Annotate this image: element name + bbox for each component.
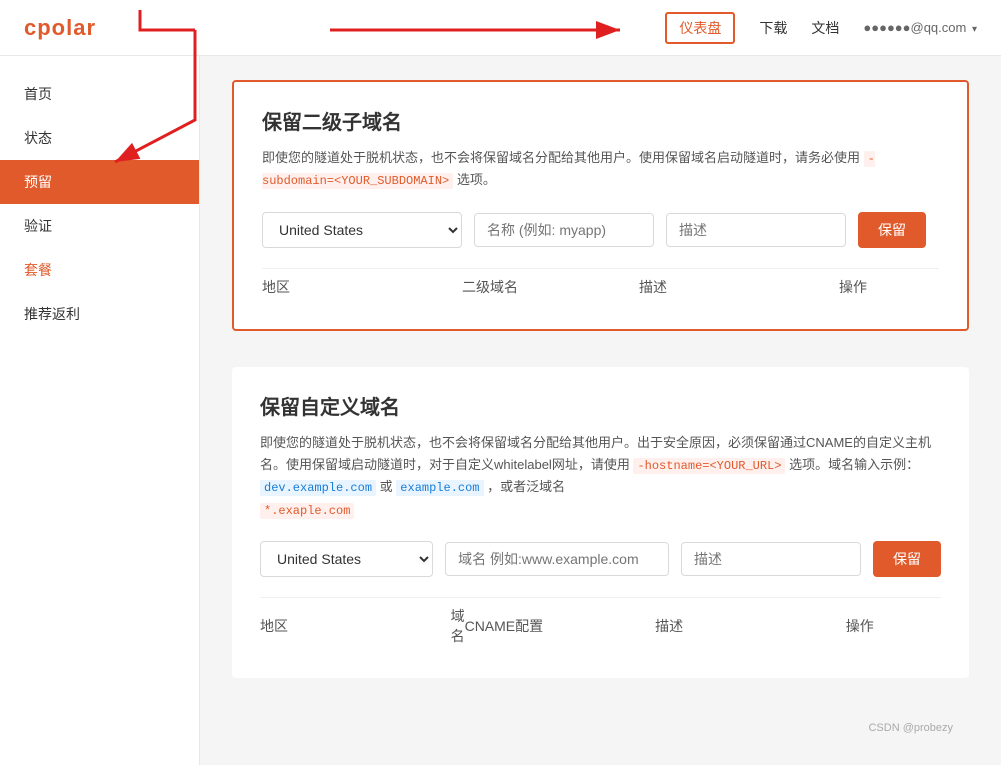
subdomain-table-header: 地区 二级域名 描述 操作 (262, 268, 939, 305)
custom-example2: example.com (396, 480, 483, 496)
sidebar-item-referral[interactable]: 推荐返利 (0, 292, 199, 336)
custom-desc-text4: ，或者泛域名 (487, 479, 565, 494)
subdomain-col-action: 操作 (839, 277, 939, 297)
docs-link[interactable]: 文档 (811, 18, 839, 38)
custom-domain-input[interactable] (445, 542, 669, 576)
header: cpolar 仪表盘 下载 文档 ●●●●●●@qq.com ▾ (0, 0, 1001, 56)
subdomain-section: 保留二级子域名 即使您的隧道处于脱机状态，也不会将保留域名分配给其他用户。使用保… (232, 80, 969, 331)
custom-desc-text2: 选项。域名输入示例： (789, 457, 919, 472)
sidebar-item-verify[interactable]: 验证 (0, 204, 199, 248)
user-email: ●●●●●●@qq.com ▾ (863, 20, 977, 35)
subdomain-desc: 即使您的隧道处于脱机状态，也不会将保留域名分配给其他用户。使用保留域名启动隧道时… (262, 147, 939, 192)
sidebar-item-home[interactable]: 首页 (0, 72, 199, 116)
subdomain-form-row: United States China Europe 保留 (262, 212, 939, 248)
custom-domain-form-row: United States China Europe 保留 (260, 541, 941, 577)
custom-domain-title: 保留自定义域名 (260, 391, 941, 420)
custom-code1: -hostname=<YOUR_URL> (633, 458, 785, 474)
custom-domain-section: 保留自定义域名 即使您的隧道处于脱机状态，也不会将保留域名分配给其他用户。出于安… (232, 367, 969, 678)
custom-desc-text3: 或 (380, 479, 393, 494)
custom-col-region: 地区 (260, 616, 451, 636)
header-nav: 仪表盘 下载 文档 ●●●●●●@qq.com ▾ (665, 12, 977, 44)
logo: cpolar (24, 15, 96, 41)
dashboard-button[interactable]: 仪表盘 (665, 12, 735, 44)
subdomain-title: 保留二级子域名 (262, 106, 939, 135)
custom-col-desc: 描述 (655, 616, 846, 636)
layout: 首页 状态 预留 验证 套餐 推荐返利 保留二级子域名 即使您的隧道处于脱机状态… (0, 56, 1001, 765)
custom-domain-desc: 即使您的隧道处于脱机状态，也不会将保留域名分配给其他用户。出于安全原因，必须保留… (260, 432, 941, 521)
subdomain-desc-input[interactable] (666, 213, 846, 247)
sidebar: 首页 状态 预留 验证 套餐 推荐返利 (0, 56, 200, 765)
subdomain-col-desc: 描述 (639, 277, 839, 297)
sidebar-item-status[interactable]: 状态 (0, 116, 199, 160)
custom-wildcard: *.exaple.com (260, 503, 354, 519)
custom-col-action: 操作 (846, 616, 941, 636)
custom-col-domain: 域名 (451, 606, 465, 646)
custom-example1: dev.example.com (260, 480, 376, 496)
subdomain-col-subdomain: 二级域名 (462, 277, 639, 297)
custom-table-header: 地区 域名 CNAME配置 描述 操作 (260, 597, 941, 654)
sidebar-item-reserve[interactable]: 预留 (0, 160, 199, 204)
main-content: 保留二级子域名 即使您的隧道处于脱机状态，也不会将保留域名分配给其他用户。使用保… (200, 56, 1001, 765)
subdomain-save-button[interactable]: 保留 (858, 212, 926, 248)
subdomain-col-region: 地区 (262, 277, 462, 297)
download-link[interactable]: 下载 (759, 18, 787, 38)
subdomain-desc-text2: 选项。 (457, 172, 496, 187)
custom-region-select[interactable]: United States China Europe (260, 541, 433, 577)
user-dropdown-arrow[interactable]: ▾ (972, 24, 977, 35)
subdomain-name-input[interactable] (474, 213, 654, 247)
subdomain-region-select[interactable]: United States China Europe (262, 212, 462, 248)
sidebar-item-plan[interactable]: 套餐 (0, 248, 199, 292)
footer-watermark: CSDN @probezy (232, 714, 969, 742)
subdomain-desc-text1: 即使您的隧道处于脱机状态，也不会将保留域名分配给其他用户。使用保留域名启动隧道时… (262, 150, 860, 165)
custom-desc-input[interactable] (681, 542, 861, 576)
custom-save-button[interactable]: 保留 (873, 541, 941, 577)
custom-col-cname: CNAME配置 (465, 616, 656, 636)
